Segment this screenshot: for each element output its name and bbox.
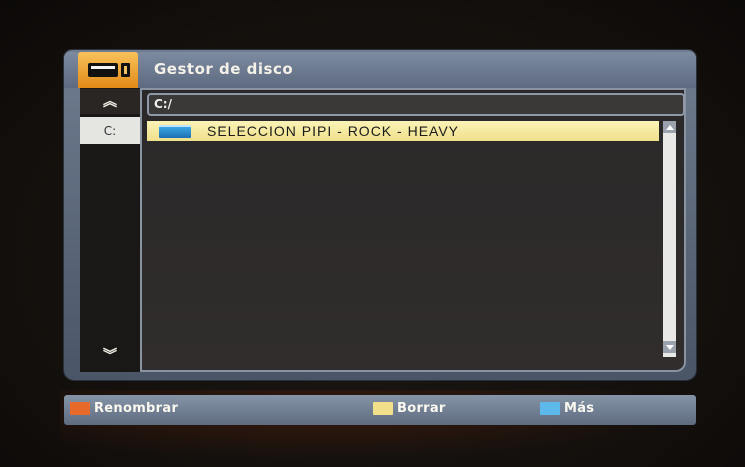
- arrow-up-icon: [665, 124, 674, 130]
- delete-label: Borrar: [397, 401, 446, 416]
- window-title: Gestor de disco: [154, 60, 294, 78]
- double-chevron-up-icon: ︽: [103, 93, 117, 110]
- scrollbar-up-arrow[interactable]: [663, 121, 676, 133]
- rename-key[interactable]: Renombrar: [70, 401, 178, 416]
- delete-key[interactable]: Borrar: [373, 401, 446, 416]
- more-key[interactable]: Más: [540, 401, 594, 416]
- scroll-down-button[interactable]: ︾: [80, 343, 140, 368]
- arrow-down-icon: [665, 344, 674, 350]
- drive-item-c[interactable]: C:: [80, 117, 140, 144]
- folder-icon: [159, 124, 191, 138]
- blue-key-icon: [540, 402, 560, 415]
- more-label: Más: [564, 401, 595, 416]
- rename-label: Renombrar: [94, 401, 179, 416]
- scrollbar[interactable]: [663, 121, 676, 357]
- file-list-item[interactable]: SELECCION PIPI - ROCK - HEAVY: [147, 121, 659, 141]
- red-key-icon: [70, 402, 90, 415]
- file-name: SELECCION PIPI - ROCK - HEAVY: [207, 123, 460, 139]
- scroll-up-button[interactable]: ︽: [80, 89, 140, 114]
- drive-slot-icon: [121, 63, 130, 77]
- disk-tab[interactable]: [78, 52, 138, 88]
- double-chevron-down-icon: ︾: [103, 347, 117, 364]
- scrollbar-down-arrow[interactable]: [663, 341, 676, 353]
- yellow-key-icon: [373, 402, 393, 415]
- path-field: C:/: [147, 93, 685, 116]
- hard-drive-icon: [88, 63, 118, 77]
